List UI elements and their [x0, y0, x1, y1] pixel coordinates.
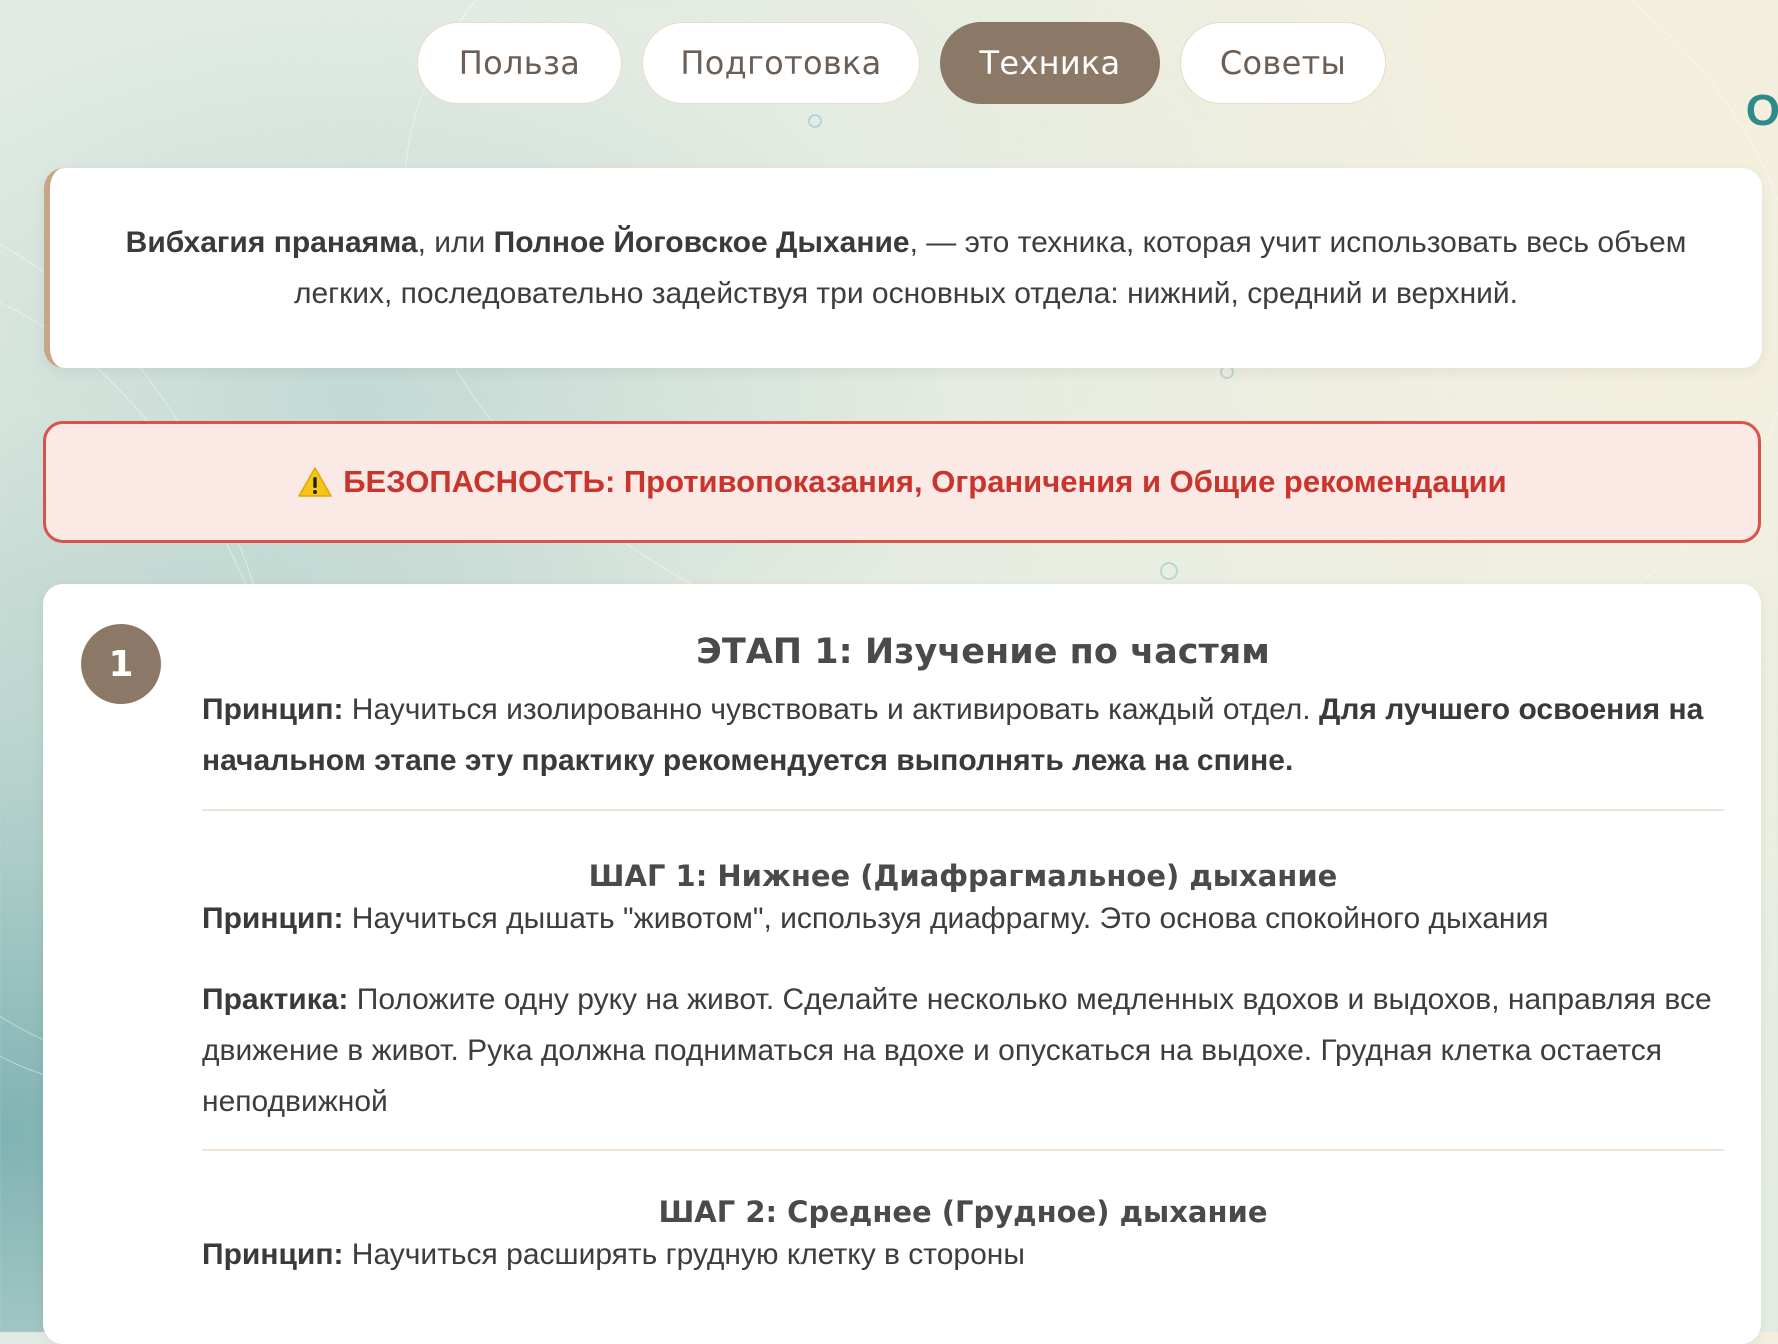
step-2-principle: Принцип: Научиться расширять грудную кле…: [202, 1229, 1724, 1280]
stage-number-badge: 1: [81, 624, 161, 704]
principle-label: Принцип:: [202, 902, 344, 935]
intro-card: Вибхагия пранаяма, или Полное Йоговское …: [44, 168, 1762, 368]
stage-principle: Принцип: Научиться изолированно чувствов…: [202, 684, 1724, 786]
intro-term-vibhagiya: Вибхагия пранаяма: [125, 226, 418, 259]
principle-text: Научиться изолированно чувствовать и акт…: [343, 693, 1319, 726]
section-tabs: Польза Подготовка Техника Советы: [0, 22, 1778, 104]
intro-text: Вибхагия пранаяма, или Полное Йоговское …: [110, 217, 1702, 319]
step-2-title: ШАГ 2: Среднее (Грудное) дыхание: [658, 1195, 1268, 1229]
stage-body: Принцип: Научиться изолированно чувствов…: [202, 684, 1724, 1280]
background-bubble: [808, 114, 822, 128]
principle-text: Научиться дышать "животом", используя ди…: [343, 902, 1549, 935]
divider: [202, 809, 1724, 811]
safety-title: БЕЗОПАСНОСТЬ: Противопоказания, Ограниче…: [343, 464, 1507, 499]
principle-label: Принцип:: [202, 1238, 344, 1271]
tab-benefits[interactable]: Польза: [417, 22, 622, 104]
warning-icon: [297, 466, 333, 498]
principle-text: Научиться расширять грудную клетку в сто…: [343, 1238, 1025, 1271]
intro-separator: , или: [417, 226, 494, 259]
divider: [202, 1149, 1724, 1151]
stage-title: ЭТАП 1: Изучение по частям: [696, 632, 1270, 672]
step-1-title: ШАГ 1: Нижнее (Диафрагмальное) дыхание: [588, 859, 1338, 893]
stage-card: 1 ЭТАП 1: Изучение по частям Принцип: На…: [43, 584, 1761, 1344]
background-bubble: [1160, 562, 1178, 580]
tab-tips[interactable]: Советы: [1180, 22, 1386, 104]
tab-technique[interactable]: Техника: [940, 22, 1160, 104]
step-1-practice: Практика: Положите одну руку на живот. С…: [202, 974, 1724, 1127]
principle-label: Принцип:: [202, 693, 344, 726]
practice-label: Практика:: [202, 983, 349, 1016]
step-1-principle: Принцип: Научиться дышать "животом", исп…: [202, 893, 1724, 944]
intro-term-full-yogic-breath: Полное Йоговское Дыхание: [493, 226, 910, 259]
safety-accordion-header[interactable]: БЕЗОПАСНОСТЬ: Противопоказания, Ограниче…: [43, 421, 1761, 543]
practice-text: Положите одну руку на живот. Сделайте не…: [202, 983, 1712, 1118]
tab-preparation[interactable]: Подготовка: [642, 22, 920, 104]
